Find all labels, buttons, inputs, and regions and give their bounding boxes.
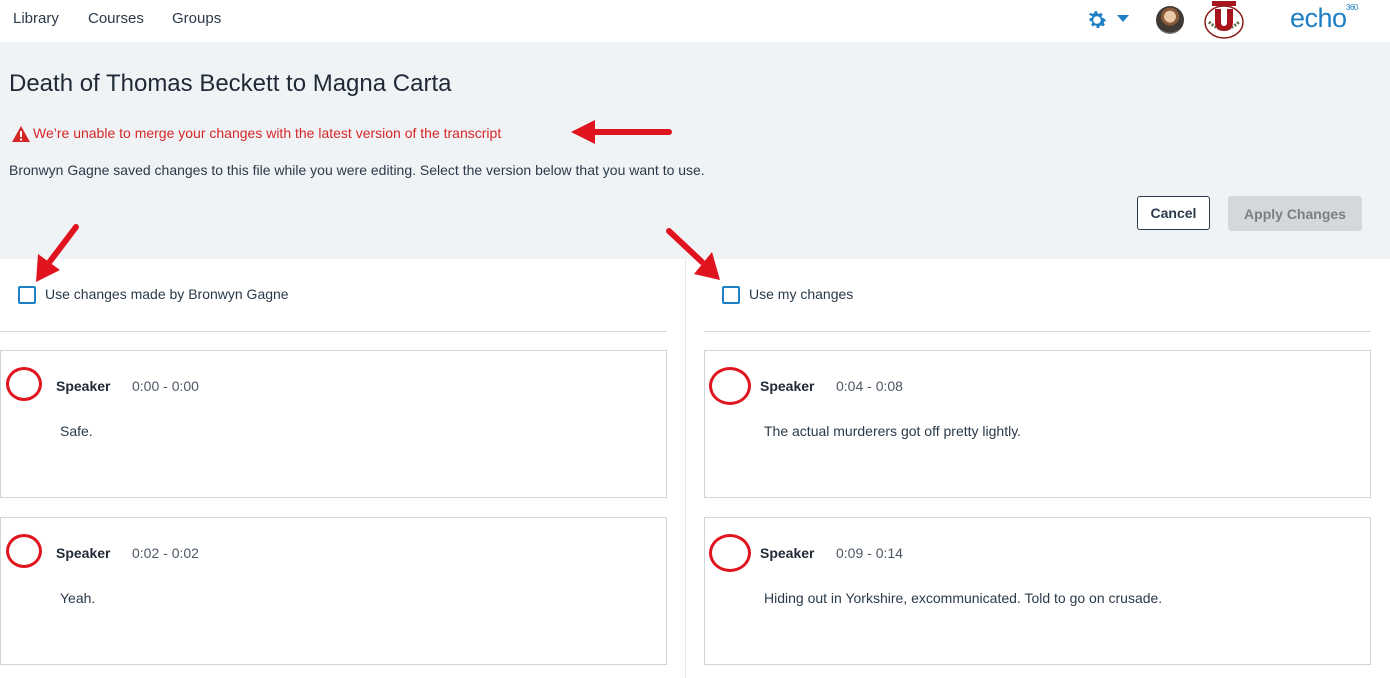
column-divider <box>685 259 686 678</box>
use-my-changes-checkbox[interactable] <box>722 286 740 304</box>
left-divider <box>0 331 667 332</box>
chevron-down-icon[interactable] <box>1117 15 1129 22</box>
annotation-circle <box>709 534 751 572</box>
transcript-segment[interactable]: Speaker 0:04 - 0:08 The actual murderers… <box>704 350 1371 498</box>
transcript-segment[interactable]: Speaker 0:00 - 0:00 Safe. <box>0 350 667 498</box>
speaker-name: Speaker <box>760 378 815 394</box>
page-title: Death of Thomas Beckett to Magna Carta <box>9 70 452 97</box>
annotation-circle <box>6 367 42 401</box>
warning-icon <box>12 126 30 142</box>
nav-library-link[interactable]: Library <box>13 10 59 27</box>
conflict-description: Bronwyn Gagne saved changes to this file… <box>9 162 705 178</box>
segment-text: Yeah. <box>60 590 96 606</box>
apply-changes-button[interactable]: Apply Changes <box>1228 196 1362 231</box>
use-their-changes-checkbox[interactable] <box>18 286 36 304</box>
merge-warning-text: We’re unable to merge your changes with … <box>33 125 502 141</box>
echo360-logo[interactable]: echo 360 <box>1290 3 1358 34</box>
segment-time: 0:04 - 0:08 <box>836 378 903 394</box>
annotation-circle <box>709 367 751 405</box>
speaker-name: Speaker <box>56 378 111 394</box>
segment-time: 0:09 - 0:14 <box>836 545 903 561</box>
transcript-segment[interactable]: Speaker 0:09 - 0:14 Hiding out in Yorksh… <box>704 517 1371 665</box>
gear-icon[interactable] <box>1085 8 1109 32</box>
annotation-arrow <box>36 224 79 282</box>
top-navigation: Library Courses Groups echo 360 <box>0 0 1390 42</box>
segment-text: The actual murderers got off pretty ligh… <box>764 423 1022 439</box>
segment-time: 0:02 - 0:02 <box>132 545 199 561</box>
segment-text: Hiding out in Yorkshire, excommunicated.… <box>764 590 1163 606</box>
right-divider <box>704 331 1371 332</box>
segment-time: 0:00 - 0:00 <box>132 378 199 394</box>
user-avatar[interactable] <box>1156 6 1184 34</box>
use-their-changes-label[interactable]: Use changes made by Bronwyn Gagne <box>45 286 289 302</box>
university-logo <box>1204 1 1244 39</box>
nav-groups-link[interactable]: Groups <box>172 10 221 27</box>
annotation-circle <box>6 534 42 568</box>
brand-sup: 360 <box>1346 3 1358 12</box>
segment-text: Safe. <box>60 423 93 439</box>
annotation-arrow <box>666 228 720 280</box>
nav-courses-link[interactable]: Courses <box>88 10 144 27</box>
speaker-name: Speaker <box>56 545 111 561</box>
brand-name: echo <box>1290 3 1347 33</box>
cancel-button[interactable]: Cancel <box>1137 196 1210 230</box>
speaker-name: Speaker <box>760 545 815 561</box>
annotation-arrow <box>571 120 672 144</box>
transcript-segment[interactable]: Speaker 0:02 - 0:02 Yeah. <box>0 517 667 665</box>
use-my-changes-label[interactable]: Use my changes <box>749 286 853 302</box>
